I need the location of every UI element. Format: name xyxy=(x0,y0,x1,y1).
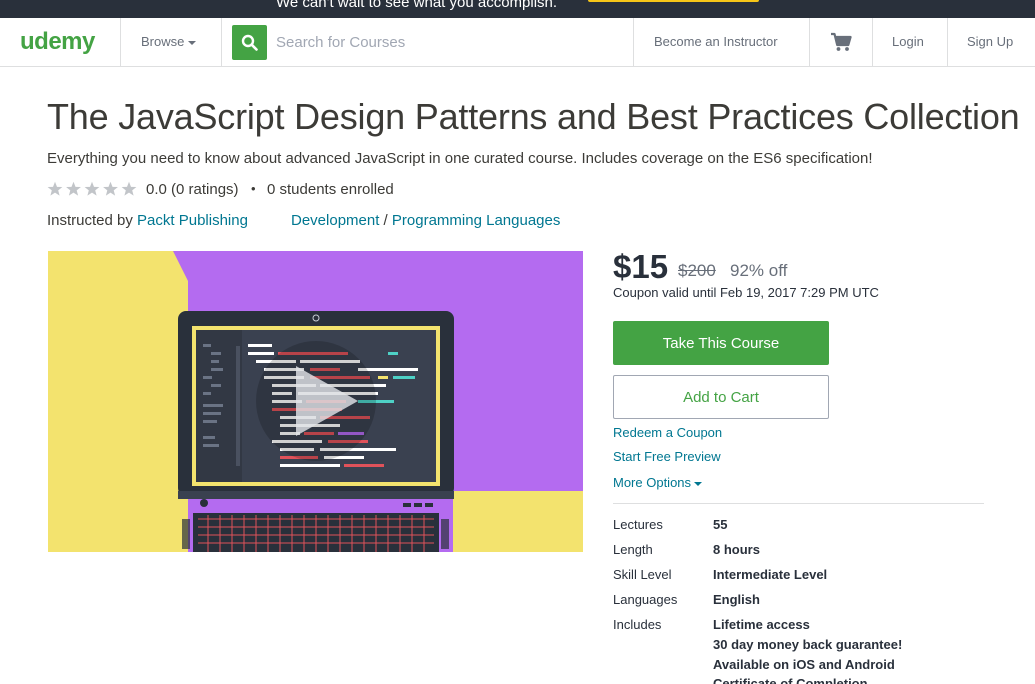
header-divider xyxy=(947,18,948,66)
rating-stars xyxy=(47,181,137,196)
promo-banner: We can't wait to see what you accomplish… xyxy=(0,0,1035,18)
add-to-cart-button[interactable]: Add to Cart xyxy=(613,375,829,419)
star-icon xyxy=(121,181,137,196)
redeem-coupon-link[interactable]: Redeem a Coupon xyxy=(613,425,722,440)
subcategory-link[interactable]: Programming Languages xyxy=(392,212,560,229)
star-icon xyxy=(84,181,100,196)
instructed-by-label: Instructed by xyxy=(47,212,138,229)
spec-label-lectures: Lectures xyxy=(613,517,663,532)
chevron-down-icon xyxy=(694,481,703,486)
star-icon xyxy=(103,181,118,196)
header-divider xyxy=(809,18,810,66)
spec-value-languages: English xyxy=(713,592,760,607)
browse-menu[interactable]: Browse xyxy=(141,34,197,49)
category-link[interactable]: Development xyxy=(291,212,379,229)
promo-banner-text: We can't wait to see what you accomplish… xyxy=(276,0,558,11)
students-enrolled: 0 students enrolled xyxy=(267,181,394,198)
more-options-link[interactable]: More Options xyxy=(613,475,703,490)
chevron-down-icon xyxy=(188,40,197,45)
section-divider xyxy=(613,503,984,504)
header-divider xyxy=(872,18,873,66)
header-divider xyxy=(221,18,222,66)
cart-icon[interactable] xyxy=(830,32,852,52)
spec-label-includes: Includes xyxy=(613,617,662,632)
site-header: udemy Browse Become an Instructor Login … xyxy=(0,18,1035,67)
search-button[interactable] xyxy=(232,25,267,60)
search-input[interactable] xyxy=(276,28,616,56)
rating-text: 0.0 (0 ratings) xyxy=(146,181,239,198)
spec-value-skill-level: Intermediate Level xyxy=(713,567,828,582)
more-options-label: More Options xyxy=(613,475,692,490)
star-icon xyxy=(66,181,81,196)
spec-label-length: Length xyxy=(613,542,653,557)
spec-label-skill-level: Skill Level xyxy=(613,567,672,582)
course-subtitle: Everything you need to know about advanc… xyxy=(47,150,873,167)
free-preview-link[interactable]: Start Free Preview xyxy=(613,449,721,464)
star-icon xyxy=(47,181,63,196)
category-breadcrumb: Development / Programming Languages xyxy=(291,212,560,229)
header-divider xyxy=(633,18,634,66)
instructor-line: Instructed by Packt Publishing xyxy=(47,212,248,229)
includes-item: Certificate of Completion xyxy=(713,676,868,684)
original-price: $200 xyxy=(678,261,716,280)
course-thumbnail-illustration xyxy=(48,251,583,552)
promo-banner-button[interactable] xyxy=(588,0,759,2)
udemy-logo[interactable]: udemy xyxy=(20,28,95,56)
take-course-button[interactable]: Take This Course xyxy=(613,321,829,365)
includes-item: Available on iOS and Android xyxy=(713,657,895,672)
spec-label-languages: Languages xyxy=(613,592,678,607)
instructor-link[interactable]: Packt Publishing xyxy=(137,212,248,229)
includes-item: 30 day money back guarantee! xyxy=(713,637,903,652)
become-instructor-link[interactable]: Become an Instructor xyxy=(654,34,778,49)
course-title: The JavaScript Design Patterns and Best … xyxy=(47,96,1020,137)
search-icon xyxy=(241,34,258,51)
spec-value-lectures: 55 xyxy=(713,517,728,532)
course-video-preview[interactable] xyxy=(48,251,583,552)
breadcrumb-separator: / xyxy=(379,212,392,229)
login-link[interactable]: Login xyxy=(892,34,924,49)
current-price: $15 xyxy=(613,248,669,285)
header-divider xyxy=(120,18,121,66)
spec-value-length: 8 hours xyxy=(713,542,760,557)
browse-label: Browse xyxy=(141,34,185,49)
coupon-validity: Coupon valid until Feb 19, 2017 7:29 PM … xyxy=(613,285,879,300)
spec-value-includes: Lifetime access xyxy=(713,617,810,632)
signup-link[interactable]: Sign Up xyxy=(967,34,1013,49)
meta-separator: • xyxy=(251,181,256,196)
discount-text: 92% off xyxy=(730,261,788,280)
